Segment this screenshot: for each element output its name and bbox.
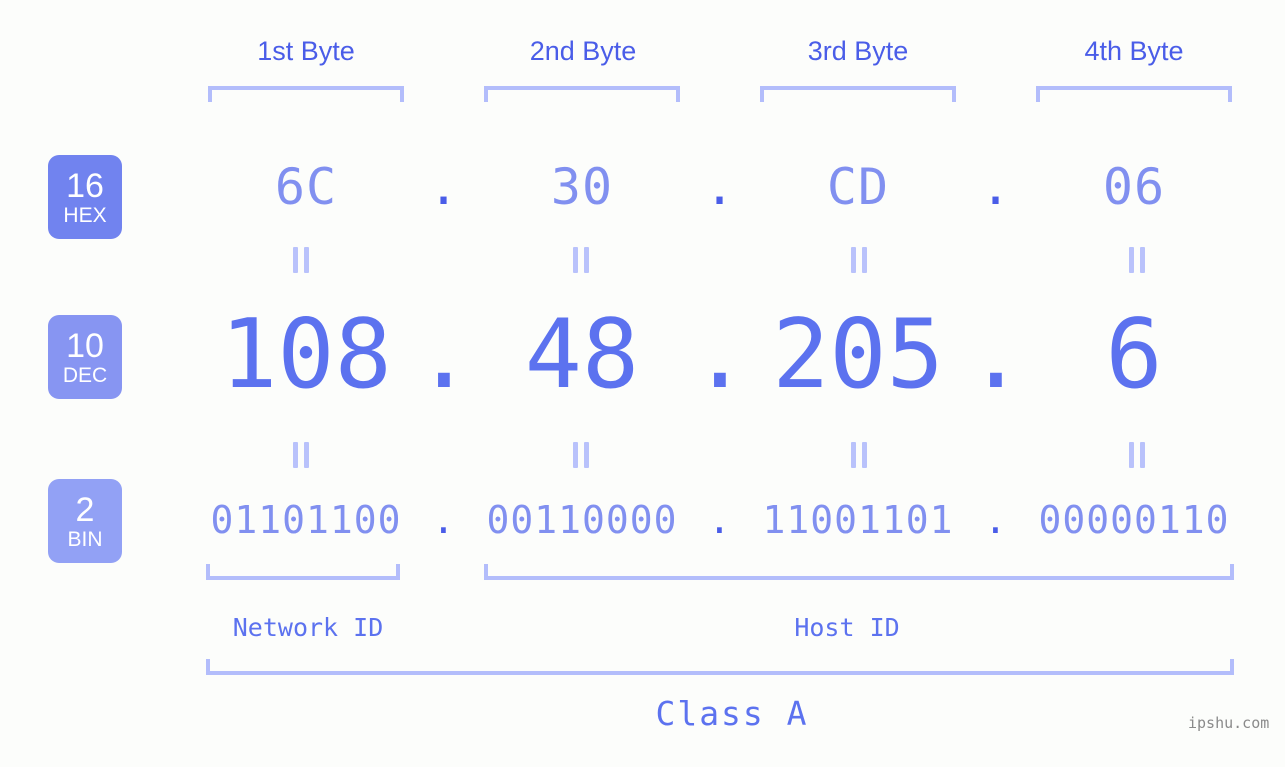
byte-header-label-3: 3rd Byte	[807, 36, 909, 66]
hex-value-byte-2: 30	[550, 158, 614, 216]
bin-value-byte-2: 00110000	[486, 498, 678, 542]
equals-mark-dec-bin-4	[1126, 442, 1148, 468]
bin-separator-1: .	[432, 498, 456, 542]
network-id-label: Network ID	[232, 613, 384, 642]
bin-separator-2: .	[708, 498, 732, 542]
equals-mark-hex-dec-2	[570, 247, 592, 273]
dec-separator-2: .	[691, 300, 749, 410]
byte-bracket-top-3	[760, 86, 956, 102]
equals-mark-dec-bin-1	[290, 442, 312, 468]
host-id-label: Host ID	[794, 613, 900, 642]
equals-mark-hex-dec-3	[848, 247, 870, 273]
byte-header-label-2: 2nd Byte	[529, 36, 637, 66]
equals-mark-dec-bin-2	[570, 442, 592, 468]
bin-value-byte-3: 11001101	[762, 498, 954, 542]
dec-value-row: 108 . 48 . 205 . 6	[160, 300, 1280, 410]
dec-value-byte-4: 6	[1105, 300, 1163, 410]
equals-mark-hex-dec-4	[1126, 247, 1148, 273]
byte-header-label-1: 1st Byte	[257, 36, 355, 66]
bin-value-row: 01101100 . 00110000 . 11001101 . 0000011…	[160, 498, 1280, 542]
hex-value-row: 6C . 30 . CD . 06	[160, 158, 1280, 216]
network-id-bracket	[206, 564, 400, 580]
base-badge-hex-number: 16	[66, 166, 104, 205]
hex-value-byte-1: 6C	[274, 158, 338, 216]
byte-bracket-top-4	[1036, 86, 1232, 102]
base-badge-bin-name: BIN	[67, 527, 103, 551]
dec-separator-1: .	[415, 300, 473, 410]
hex-separator-1: .	[428, 158, 460, 216]
byte-bracket-top-2	[484, 86, 680, 102]
dec-value-byte-2: 48	[524, 300, 640, 410]
hex-separator-2: .	[704, 158, 736, 216]
base-badge-dec-name: DEC	[62, 363, 108, 387]
site-watermark: ipshu.com	[1188, 714, 1270, 732]
byte-bracket-top-1	[208, 86, 404, 102]
base-badge-dec-number: 10	[66, 326, 104, 365]
base-badge-dec: 10 DEC	[48, 315, 122, 399]
base-badge-hex-name: HEX	[63, 203, 107, 227]
equals-mark-dec-bin-3	[848, 442, 870, 468]
dec-value-byte-1: 108	[220, 300, 392, 410]
class-label: Class A	[655, 694, 809, 733]
dec-separator-3: .	[967, 300, 1025, 410]
ip-address-breakdown-diagram: 1st Byte 2nd Byte 3rd Byte 4th Byte 16 H…	[0, 0, 1285, 767]
byte-header-label-4: 4th Byte	[1084, 36, 1184, 66]
class-bracket	[206, 659, 1234, 675]
host-id-bracket	[484, 564, 1234, 580]
hex-value-byte-4: 06	[1102, 158, 1166, 216]
dec-value-byte-3: 205	[772, 300, 944, 410]
bin-separator-3: .	[984, 498, 1008, 542]
hex-value-byte-3: CD	[826, 158, 890, 216]
bin-value-byte-1: 01101100	[210, 498, 402, 542]
hex-separator-3: .	[980, 158, 1012, 216]
base-badge-hex: 16 HEX	[48, 155, 122, 239]
equals-mark-hex-dec-1	[290, 247, 312, 273]
base-badge-bin: 2 BIN	[48, 479, 122, 563]
base-badge-bin-number: 2	[75, 490, 95, 529]
bin-value-byte-4: 00000110	[1038, 498, 1230, 542]
